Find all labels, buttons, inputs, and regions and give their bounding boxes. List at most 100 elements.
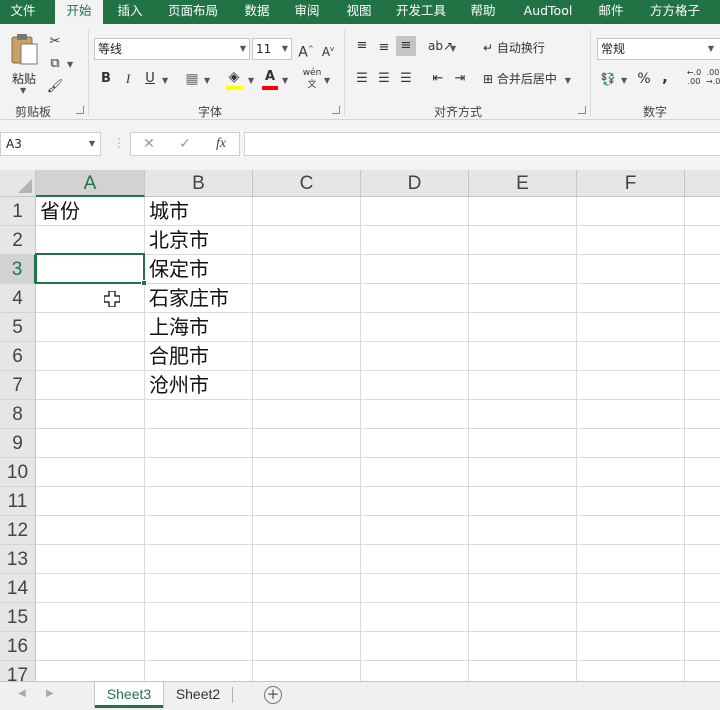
cell-e15[interactable] bbox=[469, 603, 577, 632]
cell-d10[interactable] bbox=[361, 458, 469, 487]
font-name-select[interactable]: 等线 ▼ bbox=[94, 38, 250, 60]
cell-b4[interactable]: 石家庄市 bbox=[145, 284, 253, 313]
font-size-select[interactable]: 11 ▼ bbox=[252, 38, 292, 60]
cell-c11[interactable] bbox=[253, 487, 361, 516]
cell-c10[interactable] bbox=[253, 458, 361, 487]
cell-g15[interactable] bbox=[685, 603, 720, 632]
cell-b7[interactable]: 沧州市 bbox=[145, 371, 253, 400]
cell-b3[interactable]: 保定市 bbox=[145, 255, 253, 284]
cell-g14[interactable] bbox=[685, 574, 720, 603]
cancel-icon[interactable]: ✕ bbox=[135, 133, 163, 155]
cell-d16[interactable] bbox=[361, 632, 469, 661]
cell-a9[interactable] bbox=[36, 429, 145, 458]
italic-button[interactable]: I bbox=[118, 69, 138, 89]
merge-center-button[interactable]: ⊞ 合并后居中 ▼ bbox=[483, 69, 571, 89]
cell-d3[interactable] bbox=[361, 255, 469, 284]
cell-g2[interactable] bbox=[685, 226, 720, 255]
cell-e11[interactable] bbox=[469, 487, 577, 516]
fill-handle[interactable] bbox=[141, 280, 147, 286]
cell-d11[interactable] bbox=[361, 487, 469, 516]
cell-f6[interactable] bbox=[577, 342, 685, 371]
column-header-b[interactable]: B bbox=[145, 170, 253, 197]
cell-e17[interactable] bbox=[469, 661, 577, 681]
cell-d14[interactable] bbox=[361, 574, 469, 603]
phonetic-icon[interactable]: wén 文 bbox=[302, 67, 322, 90]
copy-icon[interactable]: ⧉ bbox=[45, 54, 65, 74]
cell-d13[interactable] bbox=[361, 545, 469, 574]
cell-c3[interactable] bbox=[253, 255, 361, 284]
row-header-13[interactable]: 13 bbox=[0, 545, 36, 574]
cell-b2[interactable]: 北京市 bbox=[145, 226, 253, 255]
fill-color-dropdown-icon[interactable]: ▼ bbox=[248, 76, 254, 85]
cell-d15[interactable] bbox=[361, 603, 469, 632]
cell-c15[interactable] bbox=[253, 603, 361, 632]
row-header-5[interactable]: 5 bbox=[0, 313, 36, 342]
accounting-format-icon[interactable]: 💱 bbox=[598, 69, 618, 89]
cell-a2[interactable] bbox=[36, 226, 145, 255]
cell-c9[interactable] bbox=[253, 429, 361, 458]
cell-g5[interactable] bbox=[685, 313, 720, 342]
row-header-16[interactable]: 16 bbox=[0, 632, 36, 661]
row-header-6[interactable]: 6 bbox=[0, 342, 36, 371]
orientation-icon[interactable]: ab↗ bbox=[428, 36, 453, 56]
cell-f5[interactable] bbox=[577, 313, 685, 342]
cell-e4[interactable] bbox=[469, 284, 577, 313]
insert-function-button[interactable]: fx bbox=[207, 133, 235, 155]
cell-d7[interactable] bbox=[361, 371, 469, 400]
cell-d8[interactable] bbox=[361, 400, 469, 429]
column-header-a[interactable]: A bbox=[36, 170, 145, 197]
cell-f12[interactable] bbox=[577, 516, 685, 545]
row-header-1[interactable]: 1 bbox=[0, 197, 36, 226]
bold-button[interactable]: B bbox=[96, 69, 116, 89]
row-header-17[interactable]: 17 bbox=[0, 661, 36, 681]
cell-g8[interactable] bbox=[685, 400, 720, 429]
column-header-g[interactable] bbox=[685, 170, 720, 197]
row-header-11[interactable]: 11 bbox=[0, 487, 36, 516]
format-painter-icon[interactable]: 🖌 bbox=[45, 77, 65, 97]
cell-e7[interactable] bbox=[469, 371, 577, 400]
tab-developer[interactable]: 开发工具 bbox=[388, 0, 454, 24]
cell-f1[interactable] bbox=[577, 197, 685, 226]
cell-a15[interactable] bbox=[36, 603, 145, 632]
cell-g7[interactable] bbox=[685, 371, 720, 400]
cell-c1[interactable] bbox=[253, 197, 361, 226]
confirm-icon[interactable]: ✓ bbox=[171, 133, 199, 155]
cell-g1[interactable] bbox=[685, 197, 720, 226]
decrease-indent-icon[interactable]: ⇤ bbox=[428, 69, 448, 89]
comma-button[interactable]: , bbox=[655, 67, 675, 87]
cell-c14[interactable] bbox=[253, 574, 361, 603]
align-bottom-icon[interactable]: ≡ bbox=[396, 36, 416, 56]
grow-font-button[interactable]: A^ bbox=[296, 39, 316, 61]
cell-b16[interactable] bbox=[145, 632, 253, 661]
align-top-icon[interactable]: ≡ bbox=[352, 36, 372, 56]
font-launcher-icon[interactable] bbox=[332, 106, 340, 114]
row-header-15[interactable]: 15 bbox=[0, 603, 36, 632]
cell-e3[interactable] bbox=[469, 255, 577, 284]
cell-e12[interactable] bbox=[469, 516, 577, 545]
row-header-8[interactable]: 8 bbox=[0, 400, 36, 429]
cell-a11[interactable] bbox=[36, 487, 145, 516]
cell-a16[interactable] bbox=[36, 632, 145, 661]
cell-a6[interactable] bbox=[36, 342, 145, 371]
cell-g17[interactable] bbox=[685, 661, 720, 681]
increase-indent-icon[interactable]: ⇥ bbox=[450, 69, 470, 89]
cell-f15[interactable] bbox=[577, 603, 685, 632]
cell-d12[interactable] bbox=[361, 516, 469, 545]
align-center-icon[interactable]: ☰ bbox=[374, 69, 394, 89]
align-left-icon[interactable]: ☰ bbox=[352, 69, 372, 89]
shrink-font-button[interactable]: Av bbox=[318, 39, 338, 59]
phonetic-dropdown-icon[interactable]: ▼ bbox=[324, 76, 330, 85]
cell-b8[interactable] bbox=[145, 400, 253, 429]
cell-b17[interactable] bbox=[145, 661, 253, 681]
tab-audtool[interactable]: AudTool bbox=[514, 0, 582, 24]
cell-c12[interactable] bbox=[253, 516, 361, 545]
cell-a5[interactable] bbox=[36, 313, 145, 342]
cell-b9[interactable] bbox=[145, 429, 253, 458]
cell-f3[interactable] bbox=[577, 255, 685, 284]
paste-button[interactable]: 粘贴 ▼ bbox=[6, 32, 42, 96]
row-header-3[interactable]: 3 bbox=[0, 255, 36, 284]
cell-b13[interactable] bbox=[145, 545, 253, 574]
orientation-dropdown-icon[interactable]: ▼ bbox=[450, 44, 456, 53]
cell-b6[interactable]: 合肥市 bbox=[145, 342, 253, 371]
copy-dropdown-icon[interactable]: ▼ bbox=[67, 60, 73, 69]
